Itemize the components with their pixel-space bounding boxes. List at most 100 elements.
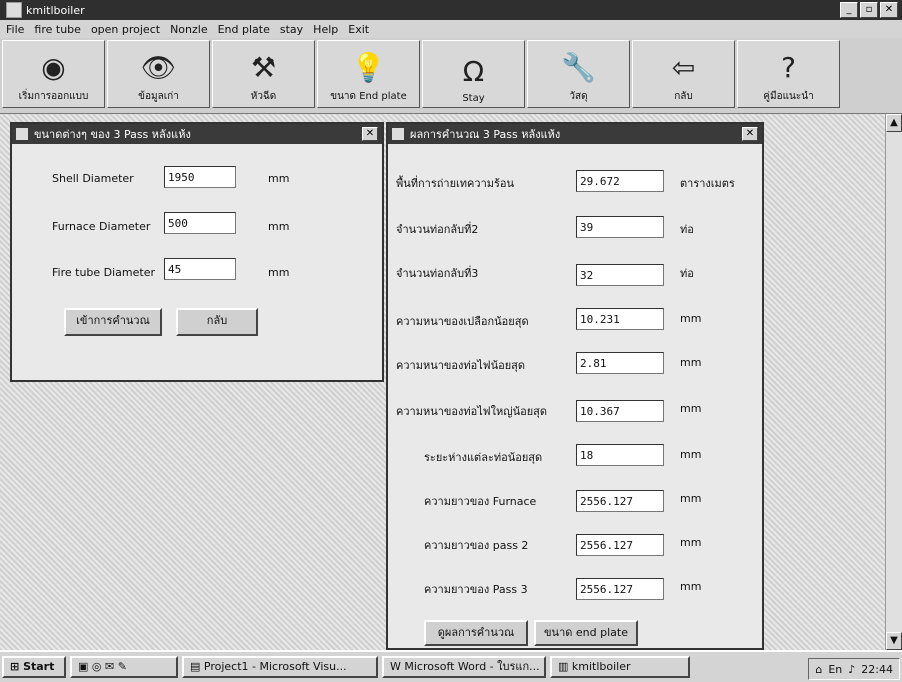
result-value: 29.672 xyxy=(576,170,664,192)
help-icon: ? xyxy=(781,51,796,84)
view-results-button[interactable]: ดูผลการคำนวณ xyxy=(424,620,528,646)
result-value: 18 xyxy=(576,444,664,466)
result-unit: mm xyxy=(680,536,702,549)
word-icon: W xyxy=(390,660,405,673)
fire-tube-diameter-unit: mm xyxy=(268,266,290,279)
tool-end-plate[interactable]: 💡 ขนาด End plate xyxy=(317,40,420,108)
window-icon xyxy=(16,128,28,140)
vertical-scrollbar[interactable]: ▲ ▼ xyxy=(885,114,902,650)
tool-material[interactable]: 🔧 วัสดุ xyxy=(527,40,630,108)
result-label: ความหนาของท่อไฟใหญ่น้อยสุด xyxy=(396,405,548,418)
furnace-diameter-label: Furnace Diameter xyxy=(52,220,151,233)
app-icon: ▥ xyxy=(558,660,572,673)
furnace-diameter-input[interactable]: 500 xyxy=(164,212,236,234)
result-window-title: ผลการคำนวณ 3 Pass หลังแห้ง xyxy=(410,128,561,141)
shell-diameter-unit: mm xyxy=(268,172,290,185)
tool-stay[interactable]: Ω Stay xyxy=(422,40,525,108)
result-label: ความยาวของ pass 2 xyxy=(424,539,529,552)
menu-fire-tube[interactable]: fire tube xyxy=(34,23,81,36)
result-value: 2556.127 xyxy=(576,578,664,600)
start-button[interactable]: ⊞ Start xyxy=(2,656,66,678)
menu-exit[interactable]: Exit xyxy=(348,23,369,36)
result-window-close-button[interactable]: ✕ xyxy=(742,127,758,141)
input-window-titlebar: ขนาดต่างๆ ของ 3 Pass หลังแห้ง ✕ xyxy=(12,124,382,144)
result-value: 39 xyxy=(576,216,664,238)
result-label: ความยาวของ Pass 3 xyxy=(424,583,528,596)
lightbulb-icon: 💡 xyxy=(351,51,386,84)
menu-help[interactable]: Help xyxy=(313,23,338,36)
result-value: 10.367 xyxy=(576,400,664,422)
result-label: ความยาวของ Furnace xyxy=(424,495,537,508)
result-value: 2.81 xyxy=(576,352,664,374)
result-window: ผลการคำนวณ 3 Pass หลังแห้ง ✕ พื้นที่การถ… xyxy=(386,122,764,650)
result-value: 10.231 xyxy=(576,308,664,330)
furnace-diameter-unit: mm xyxy=(268,220,290,233)
browser-icon[interactable]: ◎ xyxy=(92,660,102,673)
tool-nozzle[interactable]: ⚒ หัวฉีด xyxy=(212,40,315,108)
menu-stay[interactable]: stay xyxy=(280,23,303,36)
tool-old-data[interactable]: 👁 ข้อมูลเก่า xyxy=(107,40,210,108)
result-label: ความหนาของเปลือกน้อยสุด xyxy=(396,315,529,328)
title-bar: kmitlboiler _ ▫ ✕ xyxy=(0,0,902,20)
toolbar: ◉ เริ่มการออกแบบ 👁 ข้อมูลเก่า ⚒ หัวฉีด 💡… xyxy=(0,38,902,114)
outlook-icon[interactable]: ✉ xyxy=(105,660,114,673)
result-value: 32 xyxy=(576,264,664,286)
result-unit: mm xyxy=(680,580,702,593)
taskbar-item-project[interactable]: ▤ Project1 - Microsoft Visu... xyxy=(182,656,378,678)
menu-nonzle[interactable]: Nonzle xyxy=(170,23,208,36)
back-button[interactable]: กลับ xyxy=(176,308,258,336)
result-value: 2556.127 xyxy=(576,534,664,556)
clock: 22:44 xyxy=(861,662,893,676)
menu-file[interactable]: File xyxy=(6,23,24,36)
end-plate-size-button[interactable]: ขนาด end plate xyxy=(534,620,638,646)
shell-diameter-label: Shell Diameter xyxy=(52,172,134,185)
close-button[interactable]: ✕ xyxy=(880,2,898,18)
menu-end-plate[interactable]: End plate xyxy=(218,23,270,36)
menu-bar: File fire tube open project Nonzle End p… xyxy=(0,20,902,38)
scroll-up-icon[interactable]: ▲ xyxy=(886,114,902,132)
scroll-down-icon[interactable]: ▼ xyxy=(886,632,902,650)
language-indicator[interactable]: En xyxy=(828,663,842,676)
result-label: ระยะห่างแต่ละท่อน้อยสุด xyxy=(424,451,543,464)
result-value: 2556.127 xyxy=(576,490,664,512)
tool-back[interactable]: ⇦ กลับ xyxy=(632,40,735,108)
network-icon[interactable]: ⌂ xyxy=(815,663,822,676)
minimize-button[interactable]: _ xyxy=(840,2,858,18)
result-label: จำนวนท่อกลับที่2 xyxy=(396,223,479,236)
app-title: kmitlboiler xyxy=(26,3,85,17)
maximize-button[interactable]: ▫ xyxy=(860,2,878,18)
windows-logo-icon: ⊞ xyxy=(10,660,20,673)
channels-icon[interactable]: ✎ xyxy=(118,660,127,673)
magnet-icon: Ω xyxy=(462,55,485,88)
back-arrow-icon: ⇦ xyxy=(671,51,696,84)
result-label: จำนวนท่อกลับที่3 xyxy=(396,267,479,280)
result-unit: ท่อ xyxy=(680,223,694,236)
result-unit: mm xyxy=(680,448,702,461)
calculate-button[interactable]: เข้าการคำนวณ xyxy=(64,308,162,336)
window-icon xyxy=(392,128,404,140)
eye-icon: 👁 xyxy=(140,51,177,84)
result-unit: mm xyxy=(680,402,702,415)
result-unit: ตารางเมตร xyxy=(680,177,735,190)
desktop-icon[interactable]: ▣ xyxy=(78,660,88,673)
result-unit: mm xyxy=(680,492,702,505)
shell-diameter-input[interactable]: 1950 xyxy=(164,166,236,188)
quick-launch: ▣ ◎ ✉ ✎ xyxy=(70,656,178,678)
window-controls: _ ▫ ✕ xyxy=(840,2,898,18)
tool-start-design[interactable]: ◉ เริ่มการออกแบบ xyxy=(2,40,105,108)
tool-help[interactable]: ? คู่มือแนะนำ xyxy=(737,40,840,108)
taskbar: ⊞ Start ▣ ◎ ✉ ✎ ▤ Project1 - Microsoft V… xyxy=(0,650,902,682)
app-icon xyxy=(6,2,22,18)
result-unit: mm xyxy=(680,356,702,369)
fire-tube-diameter-input[interactable]: 45 xyxy=(164,258,236,280)
input-window-close-button[interactable]: ✕ xyxy=(362,127,378,141)
taskbar-item-word[interactable]: W Microsoft Word - ใบรแก... xyxy=(382,656,546,678)
target-icon: ◉ xyxy=(41,51,66,84)
volume-icon[interactable]: ♪ xyxy=(848,663,855,676)
fire-tube-diameter-label: Fire tube Diameter xyxy=(52,266,156,279)
result-label: ความหนาของท่อไฟน้อยสุด xyxy=(396,359,526,372)
input-window-title: ขนาดต่างๆ ของ 3 Pass หลังแห้ง xyxy=(34,128,191,141)
result-window-titlebar: ผลการคำนวณ 3 Pass หลังแห้ง ✕ xyxy=(388,124,762,144)
menu-open-project[interactable]: open project xyxy=(91,23,160,36)
taskbar-item-kmitlboiler[interactable]: ▥ kmitlboiler xyxy=(550,656,690,678)
